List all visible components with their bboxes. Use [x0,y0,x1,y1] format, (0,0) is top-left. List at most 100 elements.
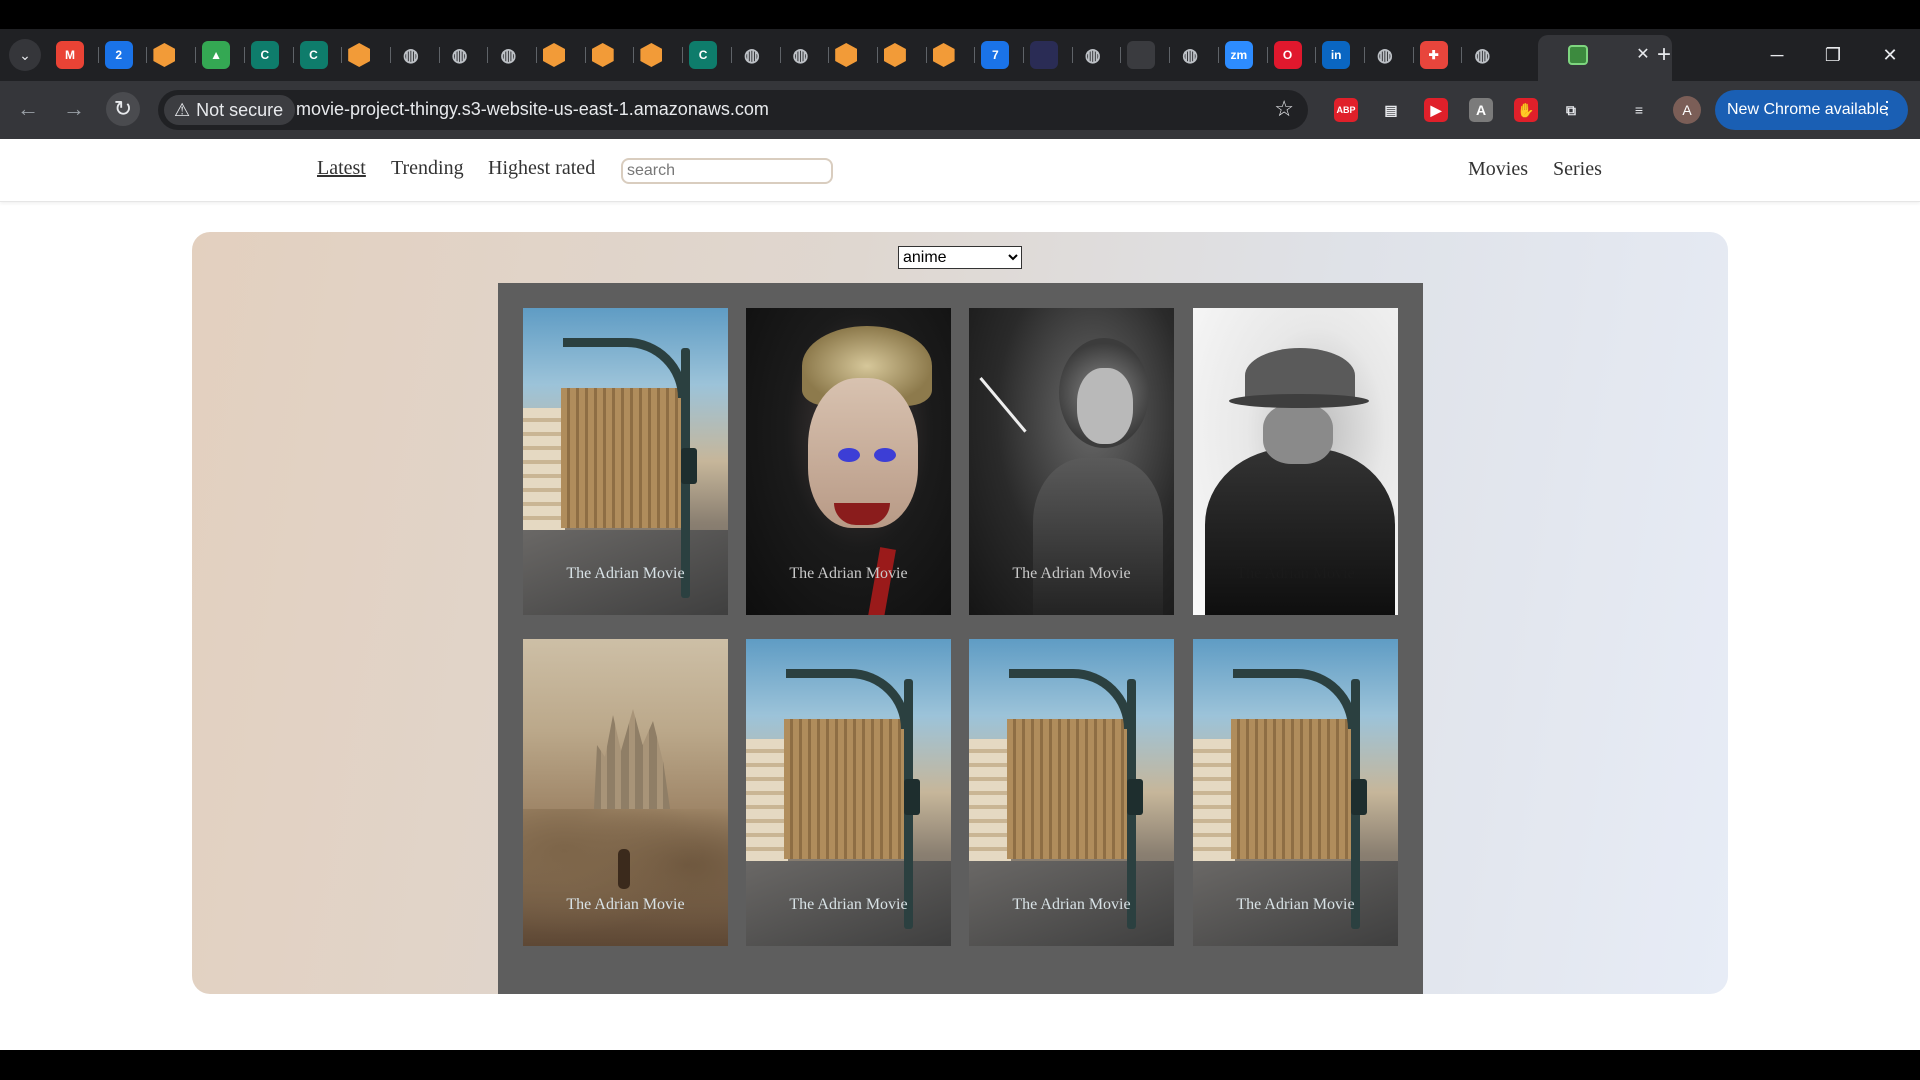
tab-separator [1461,47,1463,63]
blank-icon[interactable] [1030,41,1058,69]
tab-separator [633,47,635,63]
poster-art-head [1263,404,1333,464]
globe-icon[interactable]: ◍ [494,41,522,69]
linkedin-icon[interactable]: in [1322,41,1351,69]
web-page: Latest Trending Highest rated Movies Ser… [0,139,1920,1050]
tab-separator [1023,47,1024,63]
globe-icon[interactable]: ◍ [1371,41,1399,69]
poster-art-eye [838,448,860,462]
printer-icon[interactable]: ▤ [1379,98,1403,122]
globe-icon[interactable]: ◍ [1079,41,1107,69]
chevron-down-icon[interactable]: ⌄ [9,39,41,71]
close-window-button[interactable]: ✕ [1870,39,1910,71]
zoom-icon[interactable]: zm [1224,41,1253,69]
hexagon-icon[interactable] [543,43,565,67]
search-input[interactable] [621,158,833,184]
c-icon[interactable]: C [299,41,328,69]
poster-art-bldg [1007,719,1127,859]
movie-card[interactable]: The Adrian Movie [523,639,728,946]
poster-art-arm [563,338,687,398]
tab-separator [1363,47,1365,63]
movie-card[interactable]: The Adrian Movie [1193,308,1398,615]
tab-separator [243,47,245,63]
movie-card[interactable]: The Adrian Movie [523,308,728,615]
nav-latest[interactable]: Latest [317,157,366,180]
tab-separator [730,47,732,63]
minimize-button[interactable]: ─ [1757,39,1797,71]
nav-series[interactable]: Series [1553,158,1602,181]
seven-icon[interactable]: 7 [981,41,1010,69]
update-chrome-button[interactable]: New Chrome available ⋮ [1715,90,1908,130]
drive-icon[interactable]: ▲ [202,41,231,69]
hexagon-icon[interactable] [591,43,614,67]
hexagon-icon[interactable] [640,43,663,67]
hexagon-icon[interactable] [153,43,176,67]
grammar-icon[interactable]: A [1469,98,1493,122]
back-button[interactable]: ← [11,92,45,126]
bookmark-star-icon[interactable]: ☆ [1274,96,1294,122]
poster-art-body [1033,458,1163,615]
active-tab-favicon [1568,45,1588,65]
globe-icon[interactable]: ◍ [738,41,766,69]
globe-icon[interactable]: ◍ [1176,41,1204,69]
c-icon[interactable]: C [250,41,279,69]
poster-art-arm [1009,669,1133,729]
movie-card[interactable]: The Adrian Movie [746,308,951,615]
hexagon-icon[interactable] [932,43,955,67]
new-tab-button[interactable]: + [1650,41,1678,69]
profile-avatar[interactable]: A [1673,96,1701,124]
dark-icon[interactable] [1127,41,1156,69]
tab-separator [779,47,781,63]
nav-trending[interactable]: Trending [391,157,464,180]
site-info-chip[interactable]: ⚠ Not secure [164,95,296,125]
tab-separator [97,47,99,63]
opera-icon[interactable]: O [1273,41,1302,69]
globe-icon[interactable]: ◍ [397,41,425,69]
lifebuoy-icon[interactable]: ✚ [1419,41,1448,69]
poster-art-light [1351,779,1367,815]
site-nav: Latest Trending Highest rated Movies Ser… [0,139,1920,202]
playlist-icon[interactable]: ≡ [1627,98,1651,122]
globe-icon[interactable]: ◍ [446,41,474,69]
url-text[interactable]: movie-project-thingy.s3-website-us-east-… [296,99,769,120]
adblock-icon[interactable]: ABP [1334,98,1358,122]
warning-icon: ⚠ [174,99,191,120]
movie-title: The Adrian Movie [789,896,908,913]
media-icon[interactable]: ▶ [1424,98,1448,122]
maximize-button[interactable]: ❐ [1813,39,1853,71]
tab-separator [1412,47,1414,63]
nav-highest-rated[interactable]: Highest rated [488,157,595,180]
globe-icon[interactable]: ◍ [1468,41,1496,69]
tab-separator [341,47,343,63]
screen-bottom-bar [0,1050,1920,1080]
puzzle-icon[interactable]: ⧉ [1559,98,1583,122]
tab-separator [682,47,684,63]
movie-card[interactable]: The Adrian Movie [969,639,1174,946]
hexagon-icon[interactable] [835,43,858,67]
nav-movies[interactable]: Movies [1468,158,1528,181]
tab-separator [195,47,197,63]
menu-dots-icon[interactable]: ⋮ [1878,98,1896,119]
genre-select[interactable]: anime [898,246,1022,269]
movie-card[interactable]: The Adrian Movie [746,639,951,946]
movie-card[interactable]: The Adrian Movie [969,308,1174,615]
forward-button[interactable]: → [57,92,91,126]
hexagon-icon[interactable] [883,43,906,67]
poster-art-light [681,448,697,484]
poster-art-stick [979,377,1027,433]
tab-separator [828,47,830,63]
movie-card[interactable]: The Adrian Movie [1193,639,1398,946]
tab-separator [1169,47,1171,63]
calendar-icon[interactable]: 2 [104,41,133,69]
globe-icon[interactable]: ◍ [787,41,815,69]
tab-separator [487,47,489,63]
address-bar[interactable]: ⚠ Not secure movie-project-thingy.s3-web… [158,90,1308,130]
tab-separator [1266,47,1268,63]
hand-icon[interactable]: ✋ [1514,98,1538,122]
c-icon[interactable]: C [689,41,718,69]
hexagon-icon[interactable] [348,43,371,67]
movie-grid: The Adrian Movie The Adrian Movie The Adri… [498,283,1423,994]
gmail-icon[interactable]: M [56,41,84,69]
movie-title: The Adrian Movie [1012,565,1131,582]
reload-button[interactable]: ↻ [106,92,140,126]
